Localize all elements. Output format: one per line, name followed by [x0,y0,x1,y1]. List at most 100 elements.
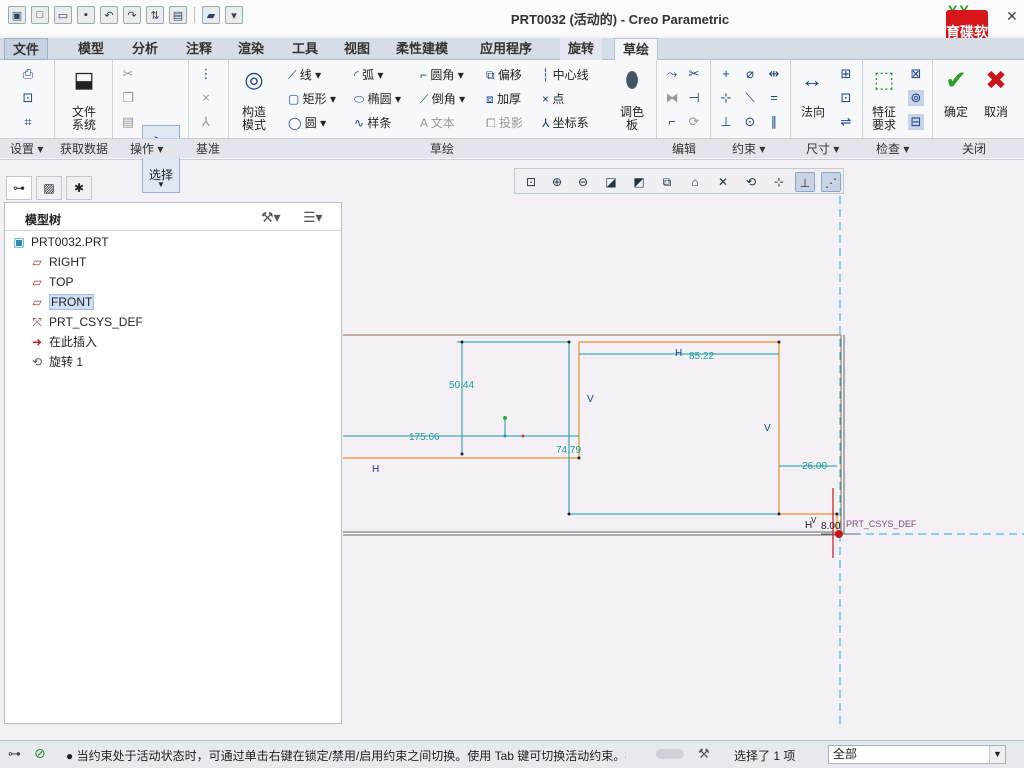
construction-mode-button[interactable]: 构造 模式 [232,106,276,132]
construction-mode-icon[interactable]: ◎ [240,66,268,94]
close-icon[interactable]: ✕ [1006,8,1018,25]
rectangle-button[interactable]: ▢ 矩形 ▾ [288,90,336,107]
chamfer-button[interactable]: ⟋ 倒角 ▾ [420,90,465,107]
file-system-icon[interactable]: ⬓ [70,66,98,94]
dimension-74-79[interactable]: 74.79 [556,445,581,456]
normal-dimension-icon[interactable]: ↔ [798,66,826,94]
tree-settings-icon[interactable]: ⚒▾ [261,209,281,226]
sketch-point[interactable] [503,416,507,420]
fillet-button[interactable]: ⌐ 圆角 ▾ [420,66,464,83]
sketch-canvas[interactable]: 50.44 175.66 74.79 85.22 26.00 8.00 H H … [343,196,1024,736]
point-button[interactable]: × 点 [542,90,564,107]
sketcher-display-icon[interactable]: ⋰ [821,172,841,192]
favorites-tab-icon[interactable]: ✱ [66,176,92,200]
tree-item-top[interactable]: ▱ TOP [29,273,73,291]
project-button[interactable]: ⧠ 投影 [486,114,523,131]
line-button[interactable]: ⟋ 线 ▾ [288,66,321,83]
model-tree-tab-icon[interactable]: ⊶ [6,176,32,200]
baseline-icon[interactable]: ⇌ [838,114,854,130]
tree-item-part[interactable]: ▣ PRT0032.PRT [11,233,108,251]
corner-icon[interactable]: ⌐ [664,114,680,130]
smart-select-icon[interactable]: ⚒ [698,746,710,762]
coincident-constraint-icon[interactable]: ⊙ [742,114,758,130]
select-button[interactable]: ➤ 选择 ▼ [142,125,180,193]
display-style-icon[interactable]: ◩ [629,172,649,192]
tab-sketch[interactable]: 草绘 [614,38,659,61]
equal-constraint-icon[interactable]: = [766,90,782,106]
ok-check-icon[interactable]: ✔ [942,66,970,94]
tab-analysis[interactable]: 分析 [124,38,166,60]
tab-render[interactable]: 渲染 [230,38,272,60]
horizontal-constraint-icon[interactable]: ⊹ [718,90,734,106]
tree-item-front[interactable]: ▱ FRONT [29,293,95,311]
text-button[interactable]: A 文本 [420,114,455,131]
tree-item-csys[interactable]: ⤧ PRT_CSYS_DEF [29,313,143,331]
parallel-constraint-icon[interactable]: ∥ [766,114,782,130]
zoom-in-icon[interactable]: ⊕ [547,172,567,192]
highlight-open-ends-icon[interactable]: ⊠ [908,66,924,82]
spline-button[interactable]: ∿ 样条 [354,114,391,131]
palette-button[interactable]: 调色 板 [612,106,652,132]
tab-flexible-modeling[interactable]: 柔性建模 [388,38,456,60]
dimension-175-66[interactable]: 175.66 [409,432,440,443]
reference-dim-icon[interactable]: ⊡ [838,90,854,106]
divide-icon[interactable]: ⊣ [686,90,702,106]
tangent-constraint-icon[interactable]: ⌀ [742,66,758,82]
datum-point-icon[interactable]: × [198,90,214,106]
folder-browser-tab-icon[interactable]: ▨ [36,176,62,200]
datum-display-icon[interactable]: ✕ [713,172,733,192]
browser-toggle-icon[interactable]: ⊘ [34,745,46,762]
saved-views-icon[interactable]: ⧉ [657,172,677,192]
tab-annotate[interactable]: 注释 [178,38,220,60]
normal-dimension-button[interactable]: 法向 [796,106,830,119]
coord-sys-button[interactable]: ⅄ 坐标系 [542,114,589,131]
tab-revolve[interactable]: 旋转 [560,38,603,60]
tab-applications[interactable]: 应用程序 [472,38,540,60]
references-icon[interactable]: ⊡ [20,90,36,106]
navigator-toggle-icon[interactable]: ⊶ [8,746,21,762]
centerline-button[interactable]: ┆ 中心线 [542,66,589,83]
message-toggle-icon[interactable] [656,749,684,759]
dimension-85-22[interactable]: 85.22 [689,351,714,362]
feature-requirements-icon[interactable]: ⬚ [870,66,898,94]
datum-csys-icon[interactable]: ⅄ [198,114,214,130]
repaint-icon[interactable]: ◪ [601,172,621,192]
group-setup[interactable]: 设置 ▾ [10,140,43,157]
refit-icon[interactable]: ⊡ [521,172,541,192]
modify-icon[interactable]: ⤳ [664,66,680,82]
tab-file[interactable]: 文件 [4,38,49,60]
spin-center-icon[interactable]: ⊹ [769,172,789,192]
tree-item-revolve[interactable]: ⟲ 旋转 1 [29,353,83,371]
group-constrain[interactable]: 约束 ▾ [732,140,765,157]
overlapping-geometry-icon[interactable]: ⊚ [908,90,924,106]
datum-centerline-icon[interactable]: ⋮ [198,66,214,82]
zoom-out-icon[interactable]: ⊖ [573,172,593,192]
copy-icon[interactable]: ❐ [120,90,136,106]
sketch-view-icon[interactable]: ⌗ [20,114,36,130]
perimeter-icon[interactable]: ⊞ [838,66,854,82]
group-inspect[interactable]: 检查 ▾ [876,140,909,157]
cancel-button[interactable]: 取消 [976,106,1016,119]
mirror-icon[interactable]: ⧓ [664,90,680,106]
vertical-constraint-icon[interactable]: + [718,66,734,82]
rotate-resize-icon[interactable]: ⟳ [686,114,702,130]
ellipse-button[interactable]: ⬭ 椭圆 ▾ [354,90,401,107]
group-dimension[interactable]: 尺寸 ▾ [806,140,839,157]
sketch-setup-icon[interactable]: ⎙ [20,66,36,82]
delete-segment-icon[interactable]: ✂ [686,66,702,82]
selection-filter-dropdown[interactable]: 全部 ▼ [828,745,1006,764]
tab-model[interactable]: 模型 [70,38,112,60]
annotation-display-icon[interactable]: ⟲ [741,172,761,192]
group-operations[interactable]: 操作 ▾ [130,140,163,157]
tab-view[interactable]: 视图 [336,38,378,60]
dimension-26-00[interactable]: 26.00 [802,461,827,472]
feature-requirements-button[interactable]: 特征 要求 [864,106,904,132]
cut-icon[interactable]: ✂ [120,66,136,82]
offset-button[interactable]: ⧉ 偏移 [486,66,522,83]
view-manager-icon[interactable]: ⌂ [685,172,705,192]
symmetric-constraint-icon[interactable]: ⇹ [766,66,782,82]
tree-item-right[interactable]: ▱ RIGHT [29,253,86,271]
ok-button[interactable]: 确定 [936,106,976,119]
tree-item-insert-here[interactable]: ➜ 在此插入 [29,333,97,351]
cancel-x-icon[interactable]: ✖ [982,66,1010,94]
